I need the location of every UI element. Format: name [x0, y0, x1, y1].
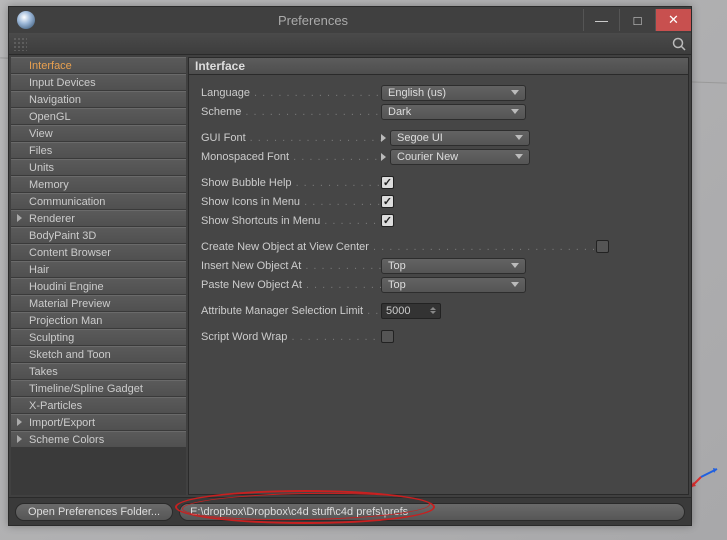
sidebar-item-opengl[interactable]: OpenGL: [11, 108, 186, 125]
show-bubble-label: Show Bubble Help: [201, 177, 381, 189]
show-icons-label: Show Icons in Menu: [201, 196, 381, 208]
gui-font-dropdown[interactable]: Segoe UI: [390, 130, 530, 146]
sidebar-item-label: BodyPaint 3D: [29, 230, 96, 242]
sidebar-item-x-particles[interactable]: X-Particles: [11, 397, 186, 414]
sidebar: Interface Input Devices Navigation OpenGL Vi…: [11, 57, 186, 495]
sidebar-item-houdini-engine[interactable]: Houdini Engine: [11, 278, 186, 295]
gui-font-label: GUI Font: [201, 132, 381, 144]
footer: Open Preferences Folder... E:\dropbox\Dr…: [9, 497, 691, 525]
sidebar-item-label: Scheme Colors: [29, 434, 104, 446]
sidebar-item-files[interactable]: Files: [11, 142, 186, 159]
sidebar-item-material-preview[interactable]: Material Preview: [11, 295, 186, 312]
chevron-down-icon: [511, 263, 519, 268]
show-bubble-checkbox[interactable]: ✓: [381, 176, 394, 189]
chevron-right-icon[interactable]: [381, 134, 386, 142]
sidebar-item-communication[interactable]: Communication: [11, 193, 186, 210]
maximize-button[interactable]: □: [619, 9, 655, 31]
sidebar-item-scheme-colors[interactable]: Scheme Colors: [11, 431, 186, 448]
sidebar-item-projection-man[interactable]: Projection Man: [11, 312, 186, 329]
chevron-right-icon[interactable]: [381, 153, 386, 161]
show-shortcuts-checkbox[interactable]: ✓: [381, 214, 394, 227]
sidebar-item-sculpting[interactable]: Sculpting: [11, 329, 186, 346]
sidebar-item-label: Units: [29, 162, 54, 174]
script-wrap-label: Script Word Wrap: [201, 331, 381, 343]
sidebar-item-hair[interactable]: Hair: [11, 261, 186, 278]
open-prefs-folder-button[interactable]: Open Preferences Folder...: [15, 503, 173, 521]
sidebar-item-label: Houdini Engine: [29, 281, 104, 293]
language-dropdown[interactable]: English (us): [381, 85, 526, 101]
sidebar-item-renderer[interactable]: Renderer: [11, 210, 186, 227]
show-icons-checkbox[interactable]: ✓: [381, 195, 394, 208]
sidebar-item-input-devices[interactable]: Input Devices: [11, 74, 186, 91]
sidebar-item-units[interactable]: Units: [11, 159, 186, 176]
sidebar-item-label: Memory: [29, 179, 69, 191]
scheme-label: Scheme: [201, 106, 381, 118]
sidebar-item-label: View: [29, 128, 53, 140]
sidebar-item-label: Hair: [29, 264, 49, 276]
chevron-down-icon: [515, 135, 523, 140]
sidebar-item-label: Content Browser: [29, 247, 111, 259]
preferences-window: Preferences — □ ✕ Interface Input Devices…: [8, 6, 692, 526]
window-title: Preferences: [43, 13, 583, 28]
panel-body: Language English (us) Scheme Dark GUI Fo…: [188, 75, 689, 495]
sidebar-item-label: Renderer: [29, 213, 75, 225]
prefs-path-display: E:\dropbox\Dropbox\c4d stuff\c4d prefs\p…: [179, 503, 685, 521]
sidebar-item-navigation[interactable]: Navigation: [11, 91, 186, 108]
sidebar-item-label: Files: [29, 145, 52, 157]
titlebar: Preferences — □ ✕: [9, 7, 691, 33]
chevron-down-icon: [515, 154, 523, 159]
panel-header: Interface: [188, 57, 689, 75]
sidebar-item-label: Navigation: [29, 94, 81, 106]
chevron-down-icon: [511, 282, 519, 287]
close-button[interactable]: ✕: [655, 9, 691, 31]
chevron-down-icon: [511, 90, 519, 95]
insert-at-dropdown[interactable]: Top: [381, 258, 526, 274]
sidebar-item-interface[interactable]: Interface: [11, 57, 186, 74]
sidebar-item-label: Sculpting: [29, 332, 74, 344]
create-center-label: Create New Object at View Center: [201, 241, 596, 253]
sidebar-item-sketch-and-toon[interactable]: Sketch and Toon: [11, 346, 186, 363]
sidebar-item-label: Interface: [29, 60, 72, 72]
sidebar-item-memory[interactable]: Memory: [11, 176, 186, 193]
attr-limit-label: Attribute Manager Selection Limit: [201, 305, 381, 317]
paste-at-dropdown[interactable]: Top: [381, 277, 526, 293]
sidebar-item-label: Sketch and Toon: [29, 349, 111, 361]
sidebar-item-label: X-Particles: [29, 400, 82, 412]
grip-icon[interactable]: [13, 37, 27, 51]
language-label: Language: [201, 87, 381, 99]
mono-font-label: Monospaced Font: [201, 151, 381, 163]
sidebar-item-content-browser[interactable]: Content Browser: [11, 244, 186, 261]
chevron-right-icon: [17, 214, 22, 222]
sidebar-item-label: Timeline/Spline Gadget: [29, 383, 143, 395]
script-wrap-checkbox[interactable]: [381, 330, 394, 343]
viewport-axis-gizmo: [689, 459, 719, 492]
paste-at-label: Paste New Object At: [201, 279, 381, 291]
app-icon: [17, 11, 35, 29]
sidebar-item-timeline-spline-gadget[interactable]: Timeline/Spline Gadget: [11, 380, 186, 397]
sidebar-item-takes[interactable]: Takes: [11, 363, 186, 380]
show-shortcuts-label: Show Shortcuts in Menu: [201, 215, 381, 227]
toolbar: [9, 33, 691, 55]
insert-at-label: Insert New Object At: [201, 260, 381, 272]
scheme-dropdown[interactable]: Dark: [381, 104, 526, 120]
minimize-button[interactable]: —: [583, 9, 619, 31]
content-panel: Interface Language English (us) Scheme D…: [188, 57, 689, 495]
sidebar-item-label: Communication: [29, 196, 105, 208]
chevron-down-icon: [511, 109, 519, 114]
search-icon[interactable]: [671, 36, 687, 52]
sidebar-item-view[interactable]: View: [11, 125, 186, 142]
sidebar-item-label: Material Preview: [29, 298, 110, 310]
sidebar-item-label: Input Devices: [29, 77, 96, 89]
attr-limit-input[interactable]: 5000: [381, 303, 441, 319]
sidebar-item-label: Projection Man: [29, 315, 102, 327]
sidebar-item-label: OpenGL: [29, 111, 71, 123]
create-center-checkbox[interactable]: [596, 240, 609, 253]
sidebar-item-label: Takes: [29, 366, 58, 378]
chevron-right-icon: [17, 418, 22, 426]
sidebar-item-bodypaint-3d[interactable]: BodyPaint 3D: [11, 227, 186, 244]
chevron-right-icon: [17, 435, 22, 443]
sidebar-item-label: Import/Export: [29, 417, 95, 429]
sidebar-item-import-export[interactable]: Import/Export: [11, 414, 186, 431]
mono-font-dropdown[interactable]: Courier New: [390, 149, 530, 165]
